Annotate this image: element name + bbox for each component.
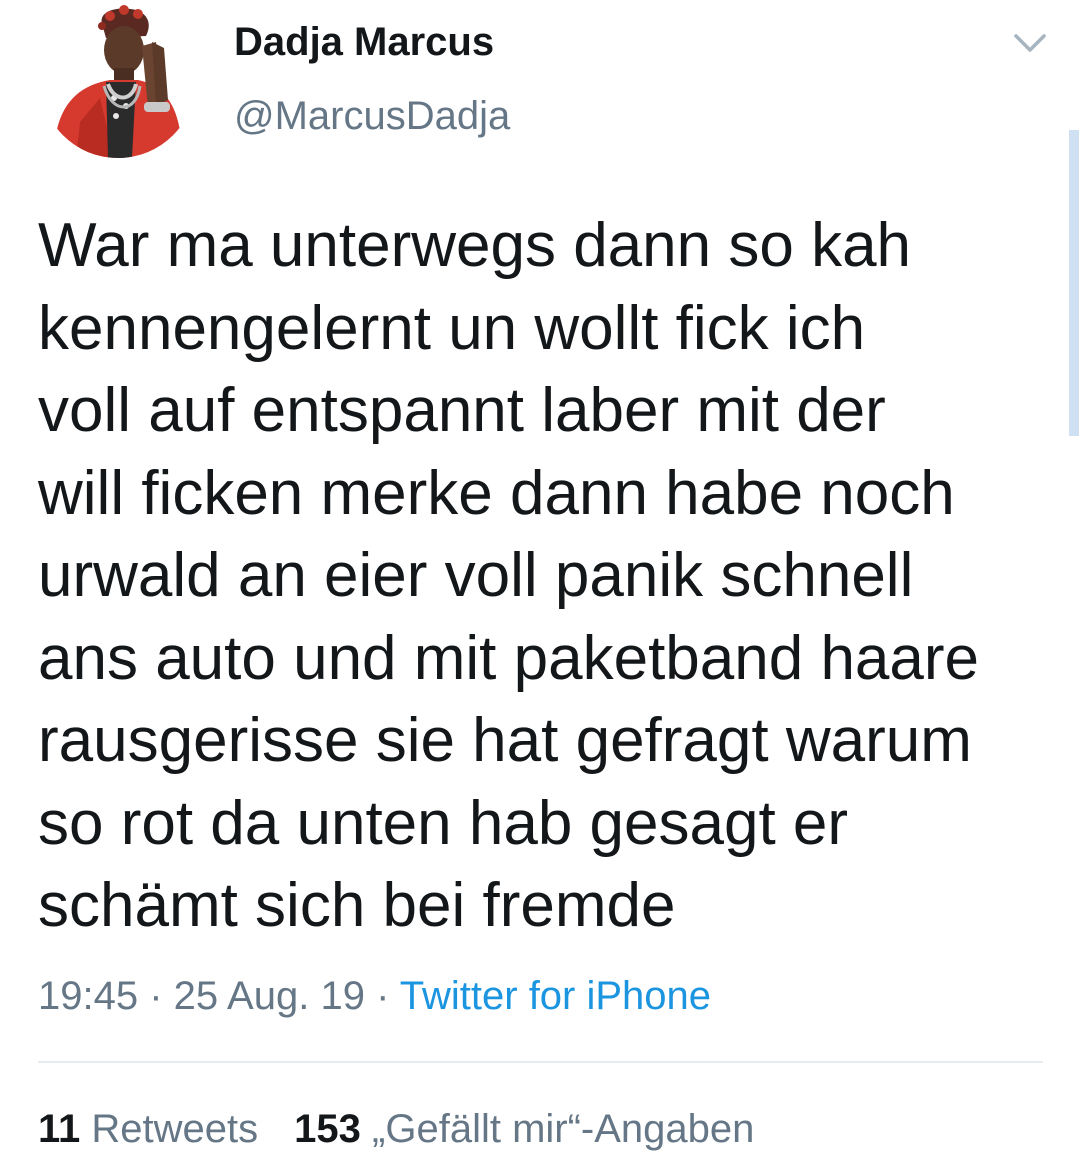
- retweets-label: Retweets: [91, 1107, 259, 1151]
- tweet-metadata: 19:45 · 25 Aug. 19 · Twitter for iPhone: [38, 972, 711, 1020]
- likes-label: „Gefällt mir“-Angaben: [372, 1107, 755, 1151]
- tweet-text-line: War ma unterwegs dann so kah: [38, 211, 912, 280]
- tweet-stats: 11 Retweets 153 „Gefällt mir“-Angaben: [38, 1105, 754, 1153]
- tweet-text-line: voll auf entspannt laber mit der: [38, 376, 886, 445]
- tweet-text-line: ans auto und mit paketband haare: [38, 623, 980, 693]
- tweet-text-line: will ficken merke dann habe noch: [38, 458, 955, 528]
- author-display-name[interactable]: Dadja Marcus: [234, 18, 494, 66]
- tweet-text-line: so rot da unten hab gesagt er: [38, 788, 849, 858]
- chevron-down-icon[interactable]: [1008, 24, 1052, 60]
- tweet-text-line: schämt sich bei fremde: [38, 871, 676, 940]
- tweet-text: War ma unterwegs dann so kah kennengeler…: [38, 205, 1048, 948]
- likes-stat[interactable]: 153 „Gefällt mir“-Angaben: [294, 1105, 754, 1153]
- tweet-text-line: urwald an eier voll panik schnell: [38, 541, 914, 610]
- scrollbar[interactable]: [1069, 130, 1079, 436]
- meta-separator: ·: [364, 974, 400, 1018]
- tweet-text-line: rausgerisse sie hat gefragt warum: [38, 706, 972, 775]
- tweet-time: 19:45: [38, 974, 139, 1018]
- retweets-stat[interactable]: 11 Retweets: [38, 1105, 258, 1153]
- tweet-source-link[interactable]: Twitter for iPhone: [400, 974, 711, 1018]
- likes-count: 153: [294, 1107, 361, 1151]
- avatar[interactable]: [40, 2, 196, 158]
- retweets-count: 11: [38, 1107, 81, 1151]
- author-handle[interactable]: @MarcusDadja: [234, 92, 510, 140]
- tweet-text-line: kennengelernt un wollt fick ich: [38, 293, 866, 363]
- profile-photo: [40, 2, 196, 158]
- tweet-date: 25 Aug. 19: [173, 974, 365, 1018]
- meta-separator: ·: [138, 974, 174, 1018]
- divider: [38, 1061, 1043, 1063]
